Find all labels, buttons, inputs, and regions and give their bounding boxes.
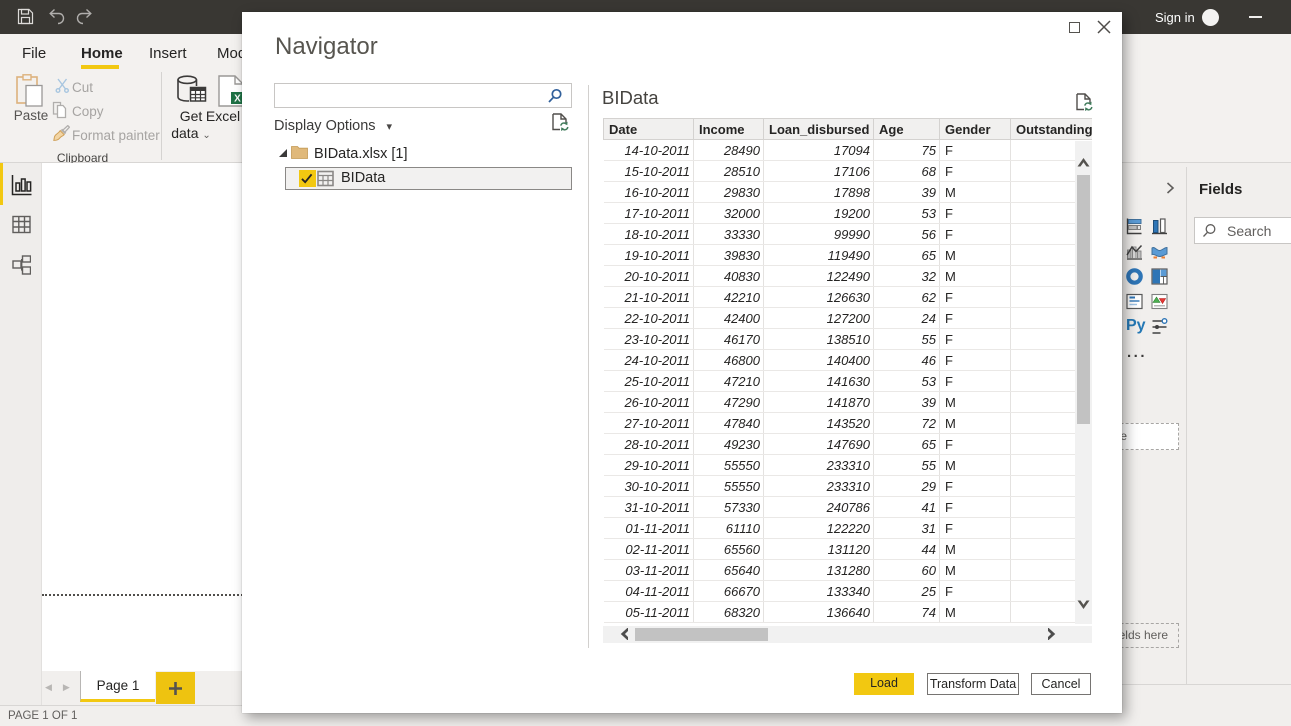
- svg-text:X: X: [234, 94, 241, 105]
